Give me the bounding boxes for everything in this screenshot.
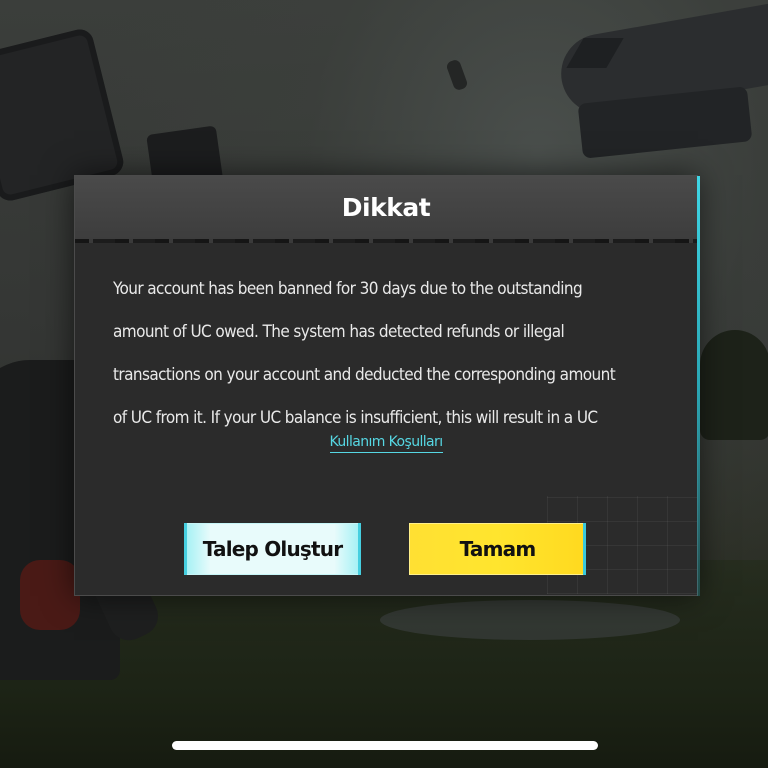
terms-of-use-link[interactable]: Kullanım Koşulları xyxy=(329,434,443,453)
game-screen: Dikkat Your account has been banned for … xyxy=(0,0,768,768)
button-edge xyxy=(184,523,187,575)
home-indicator[interactable] xyxy=(172,741,598,750)
dialog-title: Dikkat xyxy=(341,193,431,222)
background-water xyxy=(380,600,680,640)
message-line: transactions on your account and deducte… xyxy=(113,365,616,385)
button-edge xyxy=(358,523,361,575)
background-tree xyxy=(700,330,768,440)
terms-link-container: Kullanım Koşulları xyxy=(75,434,697,453)
dialog-accent-bar xyxy=(697,176,700,596)
dialog-header-edge xyxy=(75,239,697,243)
ok-button[interactable]: Tamam xyxy=(409,523,586,575)
create-request-button[interactable]: Talep Oluştur xyxy=(184,523,361,575)
message-line: Your account has been banned for 30 days… xyxy=(113,279,583,299)
dialog-message: Your account has been banned for 30 days… xyxy=(113,268,663,440)
background-skydiver xyxy=(445,58,469,92)
warning-dialog: Dikkat Your account has been banned for … xyxy=(74,175,700,596)
background-character-detail xyxy=(20,560,80,630)
ok-label: Tamam xyxy=(459,537,537,561)
create-request-label: Talep Oluştur xyxy=(202,537,343,561)
button-edge xyxy=(583,523,586,575)
message-line: amount of UC owed. The system has detect… xyxy=(113,322,565,342)
